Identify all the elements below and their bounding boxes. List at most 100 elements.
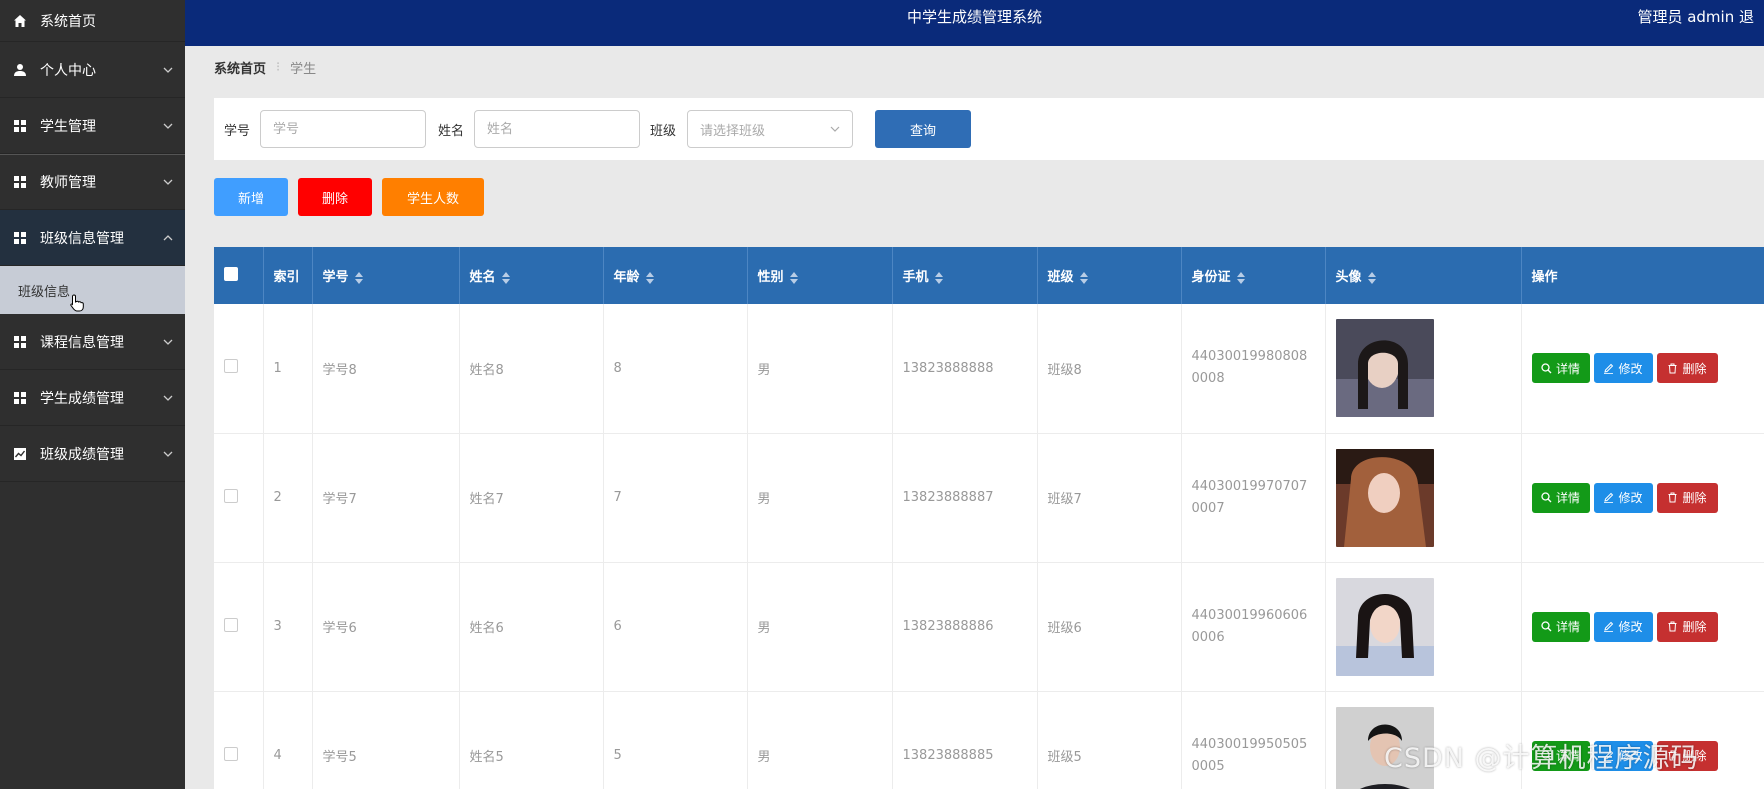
sidebar-item-personal-center[interactable]: 个人中心 [0,42,185,98]
sort-icon[interactable] [1079,271,1088,284]
name-label: 姓名 [438,124,465,139]
edit-button[interactable]: 修改 [1593,353,1653,384]
breadcrumb-home[interactable]: 系统首页 [214,58,266,77]
button-label: 修改 [1618,491,1643,505]
chevron-down-icon [830,126,840,132]
student-table: 索引 学号 姓名 年龄 性别 手机 班级 身份证 头像 操作 1 学号8 姓名8… [214,247,1764,789]
index-cell: 4 [263,691,313,789]
button-label: 详情 [1555,620,1580,634]
row-checkbox[interactable] [224,488,238,503]
chevron-down-icon [163,451,173,457]
sort-icon[interactable] [645,271,654,284]
sort-icon[interactable] [1236,271,1245,284]
row-delete-button[interactable]: 删除 [1656,611,1718,642]
student-count-button[interactable]: 学生人数 [382,178,484,216]
header-label: 身份证 [1191,270,1231,285]
row-checkbox[interactable] [224,746,238,761]
sidebar-item-student-score-management[interactable]: 学生成绩管理 [0,370,185,426]
button-label: 修改 [1618,620,1643,634]
row-checkbox[interactable] [224,359,238,374]
query-button[interactable]: 查询 [875,110,971,148]
student-no-label: 学号 [224,124,251,139]
header-label: 头像 [1335,270,1362,285]
age-cell: 5 [603,691,748,789]
breadcrumb: 系统首页 ⁝ 学生 [214,58,316,77]
header-class[interactable]: 班级 [1037,247,1182,304]
header-age[interactable]: 年龄 [603,247,748,304]
avatar-cell [1325,562,1522,692]
breadcrumb-separator: ⁝ [276,60,281,75]
header-label: 手机 [902,270,929,285]
sidebar-item-course-info-management[interactable]: 课程信息管理 [0,314,185,370]
phone-cell: 13823888886 [892,562,1038,692]
class-cell: 班级8 [1037,304,1182,434]
student-no-input[interactable] [260,110,426,148]
pencil-icon [1604,363,1614,374]
avatar[interactable] [1335,577,1434,676]
id-card-cell: 440300199808080008 [1181,304,1326,434]
class-select-placeholder: 请选择班级 [700,123,766,139]
row-select-cell[interactable] [214,562,264,692]
student-no-cell: 学号6 [312,562,460,692]
sort-icon[interactable] [501,271,510,284]
button-label: 删除 [1682,620,1707,634]
header-avatar[interactable]: 头像 [1325,247,1522,304]
chart-icon [12,446,28,462]
sidebar-subitem-class-info[interactable]: 班级信息 [0,266,185,314]
header-label: 学号 [322,270,349,285]
user-info[interactable]: 管理员 admin 退 [1637,0,1754,34]
sidebar-item-home[interactable]: 系统首页 [0,0,185,42]
search-panel: 学号 姓名 班级 请选择班级 查询 [214,98,1764,160]
row-delete-button[interactable]: 删除 [1656,353,1718,384]
grid-icon [12,230,28,246]
button-label: 修改 [1618,361,1643,376]
header-gender[interactable]: 性别 [747,247,893,304]
sidebar-item-label: 班级信息管理 [40,230,124,247]
sort-icon[interactable] [789,271,798,284]
sidebar-item-label: 系统首页 [40,13,96,30]
search-icon [1541,363,1552,374]
select-all-checkbox[interactable] [224,266,238,281]
operations-cell: 详情 修改 删除 [1521,562,1764,692]
edit-button[interactable]: 修改 [1593,482,1653,513]
detail-button[interactable]: 详情 [1531,482,1590,513]
header-phone[interactable]: 手机 [892,247,1038,304]
row-select-cell[interactable] [214,691,264,789]
grid-icon [12,118,28,134]
sort-icon[interactable] [354,271,363,284]
add-button[interactable]: 新增 [214,178,288,216]
sidebar-item-class-info-management[interactable]: 班级信息管理 [0,210,185,266]
chevron-down-icon [163,179,173,185]
sidebar-item-class-score-management[interactable]: 班级成绩管理 [0,426,185,482]
sidebar-item-student-management[interactable]: 学生管理 [0,98,185,154]
row-select-cell[interactable] [214,304,264,434]
table-row: 2 学号7 姓名7 7 男 13823888887 班级7 4403001997… [214,433,1764,563]
header-id-card[interactable]: 身份证 [1181,247,1326,304]
header-select-all[interactable] [214,247,264,304]
student-no-cell: 学号7 [312,433,460,563]
search-icon [1541,492,1552,503]
name-input[interactable] [474,110,640,148]
sidebar-item-label: 教师管理 [40,175,96,191]
avatar[interactable] [1335,319,1434,418]
row-checkbox[interactable] [224,617,238,632]
row-select-cell[interactable] [214,433,264,563]
class-select[interactable]: 请选择班级 [687,110,853,148]
delete-button[interactable]: 删除 [298,178,372,216]
sidebar-subitem-label: 班级信息 [18,284,71,300]
button-label: 详情 [1555,491,1580,505]
detail-button[interactable]: 详情 [1531,611,1590,642]
header-index: 索引 [263,247,313,304]
sort-icon[interactable] [934,271,943,284]
index-cell: 1 [263,304,313,434]
sidebar-item-label: 课程信息管理 [40,334,124,351]
chevron-down-icon [163,67,173,73]
sort-icon[interactable] [1367,271,1376,284]
sidebar-item-teacher-management[interactable]: 教师管理 [0,154,185,210]
avatar[interactable] [1335,448,1434,547]
edit-button[interactable]: 修改 [1593,611,1653,642]
row-delete-button[interactable]: 删除 [1656,482,1718,513]
header-student-no[interactable]: 学号 [312,247,460,304]
header-name[interactable]: 姓名 [459,247,604,304]
detail-button[interactable]: 详情 [1531,353,1590,384]
